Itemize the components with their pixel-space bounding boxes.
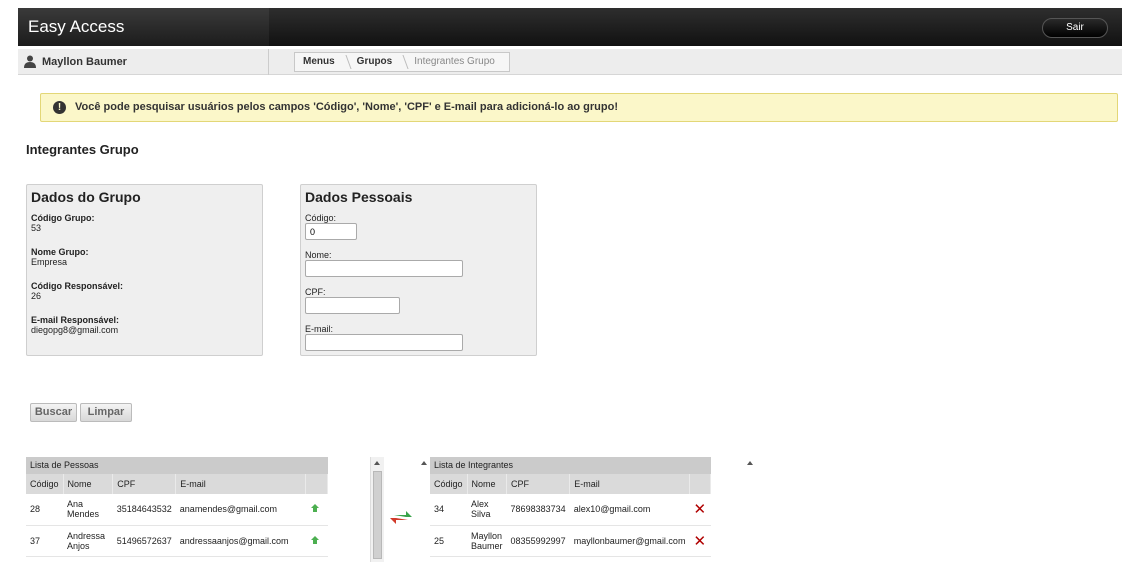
people-email: andressaanjos@gmail.com bbox=[175, 525, 306, 557]
members-grid-title: Lista de Integrantes bbox=[430, 457, 711, 474]
user-box: Mayllon Baumer bbox=[18, 49, 269, 75]
name-field-label: Nome: bbox=[305, 250, 332, 260]
close-icon: ✕ bbox=[693, 501, 707, 519]
members-col-name[interactable]: Nome bbox=[467, 474, 508, 494]
email-field-label: E-mail: bbox=[305, 324, 334, 334]
add-icon bbox=[310, 504, 319, 513]
table-row[interactable]: 34 Alex Silva 78698383734 alex10@gmail.c… bbox=[430, 494, 711, 526]
people-grid: Lista de Pessoas Código Nome CPF E-mail … bbox=[26, 457, 328, 557]
people-col-action bbox=[305, 474, 328, 494]
member-cpf: 08355992997 bbox=[506, 525, 570, 557]
people-cpf: 35184643532 bbox=[112, 494, 176, 526]
member-name: Mayllon Baumer bbox=[467, 525, 507, 557]
people-col-name[interactable]: Nome bbox=[63, 474, 114, 494]
members-grid: Lista de Integrantes Código Nome CPF E-m… bbox=[430, 457, 711, 557]
email-field[interactable] bbox=[305, 334, 463, 351]
exclamation-icon: ! bbox=[53, 101, 66, 114]
member-email: alex10@gmail.com bbox=[569, 494, 690, 526]
info-alert: ! Você pode pesquisar usuários pelos cam… bbox=[40, 93, 1118, 122]
personal-data-panel: Dados Pessoais Código: Nome: CPF: E-mail… bbox=[300, 184, 537, 356]
cpf-field[interactable] bbox=[305, 297, 400, 314]
member-code: 34 bbox=[430, 494, 468, 526]
clear-button[interactable]: Limpar bbox=[80, 403, 132, 422]
table-row[interactable]: 37 Andressa Anjos 51496572637 andressaan… bbox=[26, 525, 328, 557]
members-col-cpf[interactable]: CPF bbox=[506, 474, 571, 494]
code-field-label: Código: bbox=[305, 213, 337, 223]
breadcrumb-current: Integrantes Grupo bbox=[414, 56, 495, 67]
members-scrollbar-left[interactable] bbox=[419, 457, 429, 562]
responsible-code-value: 26 bbox=[31, 291, 42, 301]
member-code: 25 bbox=[430, 525, 468, 557]
people-name: Andressa Anjos bbox=[63, 525, 113, 557]
group-code-label: Código Grupo: bbox=[31, 213, 95, 223]
people-grid-title: Lista de Pessoas bbox=[26, 457, 328, 474]
code-field[interactable] bbox=[305, 223, 357, 240]
breadcrumb-grupos[interactable]: Grupos bbox=[349, 53, 407, 71]
add-icon bbox=[310, 535, 319, 544]
page-margin-left bbox=[0, 0, 18, 562]
people-col-code[interactable]: Código bbox=[26, 474, 64, 494]
member-name: Alex Silva bbox=[467, 494, 507, 526]
breadcrumb: Menus Grupos Integrantes Grupo bbox=[294, 52, 510, 72]
responsible-email-label: E-mail Responsável: bbox=[31, 315, 120, 325]
people-cpf: 51496572637 bbox=[112, 525, 176, 557]
top-bar: Easy Access Sair bbox=[18, 8, 1122, 46]
members-col-action bbox=[689, 474, 711, 494]
add-person-button[interactable] bbox=[305, 494, 328, 526]
personal-panel-title: Dados Pessoais bbox=[305, 189, 413, 205]
people-name: Ana Mendes bbox=[63, 494, 113, 526]
sub-bar: Mayllon Baumer Menus Grupos Integrantes … bbox=[18, 49, 1122, 75]
add-person-button[interactable] bbox=[305, 525, 328, 557]
name-field[interactable] bbox=[305, 260, 463, 277]
cpf-field-label: CPF: bbox=[305, 287, 326, 297]
logout-button[interactable]: Sair bbox=[1042, 18, 1108, 38]
scroll-up-icon[interactable] bbox=[421, 461, 427, 465]
members-scrollbar[interactable] bbox=[745, 457, 755, 562]
members-col-code[interactable]: Código bbox=[430, 474, 468, 494]
scroll-up-icon[interactable] bbox=[374, 461, 380, 465]
page-margin-right bbox=[1122, 0, 1130, 562]
group-code-value: 53 bbox=[31, 223, 42, 233]
member-cpf: 78698383734 bbox=[506, 494, 570, 526]
group-name-value: Empresa bbox=[31, 257, 68, 267]
scroll-up-icon[interactable] bbox=[747, 461, 753, 465]
swap-arrows-icon[interactable] bbox=[386, 503, 416, 533]
members-col-email[interactable]: E-mail bbox=[569, 474, 690, 494]
group-name-label: Nome Grupo: bbox=[31, 247, 89, 257]
people-col-cpf[interactable]: CPF bbox=[112, 474, 177, 494]
people-email: anamendes@gmail.com bbox=[175, 494, 306, 526]
scroll-thumb[interactable] bbox=[373, 471, 382, 559]
alert-text: Você pode pesquisar usuários pelos campo… bbox=[75, 101, 618, 113]
people-col-email[interactable]: E-mail bbox=[175, 474, 307, 494]
remove-member-button[interactable]: ✕ bbox=[689, 525, 711, 557]
group-panel-title: Dados do Grupo bbox=[31, 189, 141, 205]
user-icon bbox=[24, 55, 36, 68]
people-code: 28 bbox=[26, 494, 64, 526]
responsible-email-value: diegopg8@gmail.com bbox=[31, 325, 119, 335]
page-title: Integrantes Grupo bbox=[26, 142, 139, 157]
responsible-code-label: Código Responsável: bbox=[31, 281, 124, 291]
people-scrollbar[interactable] bbox=[370, 457, 384, 562]
user-name: Mayllon Baumer bbox=[42, 56, 127, 68]
table-row[interactable]: 25 Mayllon Baumer 08355992997 mayllonbau… bbox=[430, 525, 711, 557]
member-email: mayllonbaumer@gmail.com bbox=[569, 525, 690, 557]
app-title: Easy Access bbox=[18, 8, 269, 46]
people-code: 37 bbox=[26, 525, 64, 557]
search-button[interactable]: Buscar bbox=[30, 403, 77, 422]
breadcrumb-menus[interactable]: Menus bbox=[295, 53, 349, 71]
close-icon: ✕ bbox=[693, 532, 707, 550]
group-data-panel: Dados do Grupo Código Grupo: 53 Nome Gru… bbox=[26, 184, 263, 356]
table-row[interactable]: 28 Ana Mendes 35184643532 anamendes@gmai… bbox=[26, 494, 328, 526]
remove-member-button[interactable]: ✕ bbox=[689, 494, 711, 526]
